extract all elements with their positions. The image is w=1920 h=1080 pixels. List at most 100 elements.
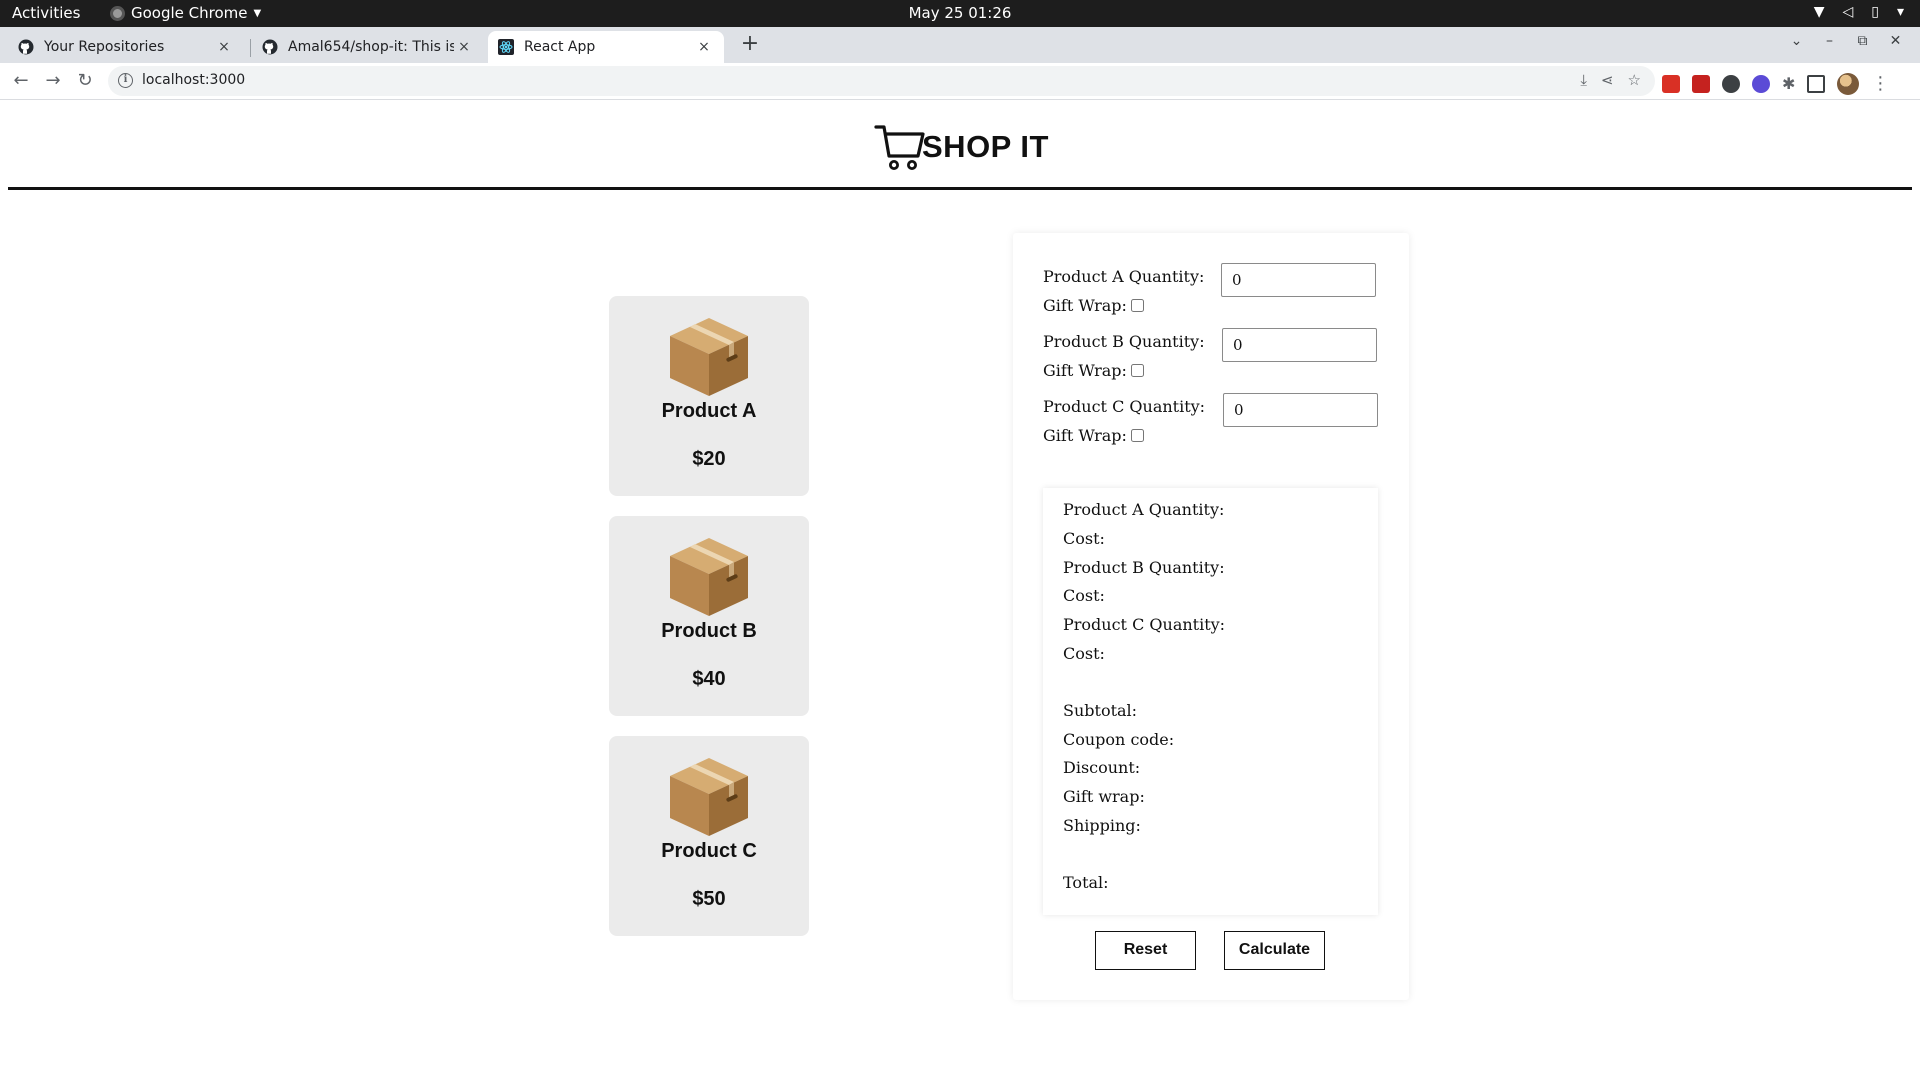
install-icon[interactable]: ⤓ (1580, 71, 1587, 89)
product-b-gift-wrap-checkbox[interactable] (1130, 364, 1144, 377)
omnibox-actions: ⤓ ⋖ ☆ (1580, 71, 1641, 89)
tab-close-icon[interactable]: × (214, 39, 234, 55)
react-icon (498, 39, 514, 55)
product-card: Product A $20 (609, 296, 809, 496)
url-text[interactable]: localhost:3000 (142, 72, 245, 88)
tab-title: Amal654/shop-it: This is a (288, 39, 454, 55)
gift-wrap-label: Gift Wrap: (1043, 426, 1127, 445)
summary-product-c-cost: Cost: (1063, 644, 1105, 663)
product-price: $20 (692, 448, 726, 470)
extensions-row: ✱ ⋮ (1662, 73, 1889, 95)
gift-wrap-label: Gift Wrap: (1043, 296, 1127, 315)
site-info-icon[interactable]: i (118, 73, 133, 88)
summary-total: Total: (1063, 873, 1109, 892)
app-menu-label: Google Chrome (131, 4, 248, 22)
order-summary: Product A Quantity: Cost: Product B Quan… (1043, 488, 1378, 915)
shopping-cart-icon (874, 125, 925, 171)
forward-icon[interactable]: → (41, 70, 65, 94)
app-menu[interactable]: Google Chrome ▼ (110, 4, 261, 22)
back-icon[interactable]: ← (9, 70, 33, 94)
box-icon (670, 318, 748, 396)
product-b-gift-wrap: Gift Wrap: (1043, 361, 1144, 380)
extension-icon[interactable] (1692, 75, 1710, 93)
browser-toolbar: ← → ↻ i localhost:3000 ⤓ ⋖ ☆ ✱ ⋮ (0, 63, 1920, 100)
product-a-quantity-label: Product A Quantity: (1043, 267, 1205, 286)
order-form-panel: Product A Quantity: Gift Wrap: Product B… (1013, 233, 1409, 1000)
site-header: SHOP IT (874, 122, 1049, 172)
product-name: Product A (661, 400, 757, 422)
product-a-quantity-input[interactable] (1221, 263, 1376, 297)
tab-shop-it-repo[interactable]: Amal654/shop-it: This is a × (252, 31, 484, 63)
tab-strip: Your Repositories × Amal654/shop-it: Thi… (0, 27, 1920, 63)
product-name: Product B (661, 620, 757, 642)
clock[interactable]: May 25 01:26 (0, 4, 1920, 22)
summary-subtotal: Subtotal: (1063, 701, 1138, 720)
product-c-gift-wrap: Gift Wrap: (1043, 426, 1144, 445)
address-bar[interactable]: i localhost:3000 ⤓ ⋖ ☆ (108, 66, 1655, 96)
product-c-quantity-input[interactable] (1223, 393, 1378, 427)
tab-react-app[interactable]: React App × (488, 31, 724, 63)
box-icon (670, 538, 748, 616)
chrome-icon (110, 5, 125, 21)
summary-discount: Discount: (1063, 758, 1141, 777)
wifi-icon: ▼ (1813, 4, 1825, 20)
tab-search-icon[interactable]: ⌄ (1780, 33, 1813, 49)
profile-avatar[interactable] (1837, 73, 1860, 95)
product-price: $50 (692, 888, 726, 910)
reload-icon[interactable]: ↻ (73, 70, 97, 94)
product-c-quantity-label: Product C Quantity: (1043, 397, 1206, 416)
bookmark-star-icon[interactable]: ☆ (1628, 71, 1641, 89)
tab-title: React App (524, 39, 596, 55)
github-icon (18, 39, 34, 55)
product-price: $40 (692, 668, 726, 690)
summary-product-a-quantity: Product A Quantity: (1063, 500, 1225, 519)
minimize-icon[interactable]: – (1813, 33, 1846, 49)
side-panel-icon[interactable] (1807, 75, 1826, 93)
extensions-puzzle-icon[interactable]: ✱ (1782, 75, 1795, 93)
summary-coupon-code: Coupon code: (1063, 730, 1175, 749)
summary-product-a-cost: Cost: (1063, 529, 1105, 548)
box-icon (670, 758, 748, 836)
product-card: Product B $40 (609, 516, 809, 716)
extension-icon[interactable] (1662, 75, 1680, 93)
volume-icon: ◁ (1842, 4, 1854, 20)
tab-title: Your Repositories (44, 39, 165, 55)
calculate-button[interactable]: Calculate (1224, 931, 1325, 970)
summary-product-c-quantity: Product C Quantity: (1063, 615, 1226, 634)
caret-down-icon: ▼ (253, 7, 262, 19)
extension-icon[interactable] (1752, 75, 1770, 93)
product-a-gift-wrap-checkbox[interactable] (1130, 299, 1144, 312)
summary-product-b-quantity: Product B Quantity: (1063, 558, 1225, 577)
product-a-gift-wrap: Gift Wrap: (1043, 296, 1144, 315)
restore-icon[interactable]: ⧉ (1846, 33, 1879, 49)
tab-close-icon[interactable]: × (694, 39, 714, 55)
extension-icon[interactable] (1722, 75, 1740, 93)
tab-close-icon[interactable]: × (454, 39, 474, 55)
share-icon[interactable]: ⋖ (1601, 71, 1614, 89)
close-window-icon[interactable]: ✕ (1879, 33, 1912, 49)
tab-your-repositories[interactable]: Your Repositories × (8, 31, 244, 63)
product-name: Product C (661, 840, 757, 862)
system-tray[interactable]: ▼ ◁ ▯ ▾ (1814, 4, 1904, 20)
product-c-gift-wrap-checkbox[interactable] (1130, 429, 1144, 442)
window-controls: ⌄ – ⧉ ✕ (1780, 33, 1912, 49)
brand-name: SHOP IT (922, 129, 1049, 164)
reset-button[interactable]: Reset (1095, 931, 1196, 970)
gift-wrap-label: Gift Wrap: (1043, 361, 1127, 380)
summary-shipping: Shipping: (1063, 816, 1141, 835)
header-divider (8, 187, 1912, 190)
battery-icon: ▯ (1871, 4, 1879, 20)
summary-gift-wrap: Gift wrap: (1063, 787, 1145, 806)
system-top-bar: Activities Google Chrome ▼ May 25 01:26 … (0, 0, 1920, 27)
github-icon (262, 39, 278, 55)
new-tab-button[interactable]: + (736, 31, 764, 59)
product-b-quantity-input[interactable] (1222, 328, 1377, 362)
summary-product-b-cost: Cost: (1063, 586, 1105, 605)
activities-button[interactable]: Activities (12, 4, 80, 22)
chevron-down-icon: ▾ (1896, 4, 1904, 20)
product-b-quantity-label: Product B Quantity: (1043, 332, 1205, 351)
more-menu-icon[interactable]: ⋮ (1871, 75, 1889, 93)
product-card: Product C $50 (609, 736, 809, 936)
tab-separator (250, 39, 251, 57)
page-content: SHOP IT Product A $20 Product B $40 Prod… (0, 100, 1920, 1080)
